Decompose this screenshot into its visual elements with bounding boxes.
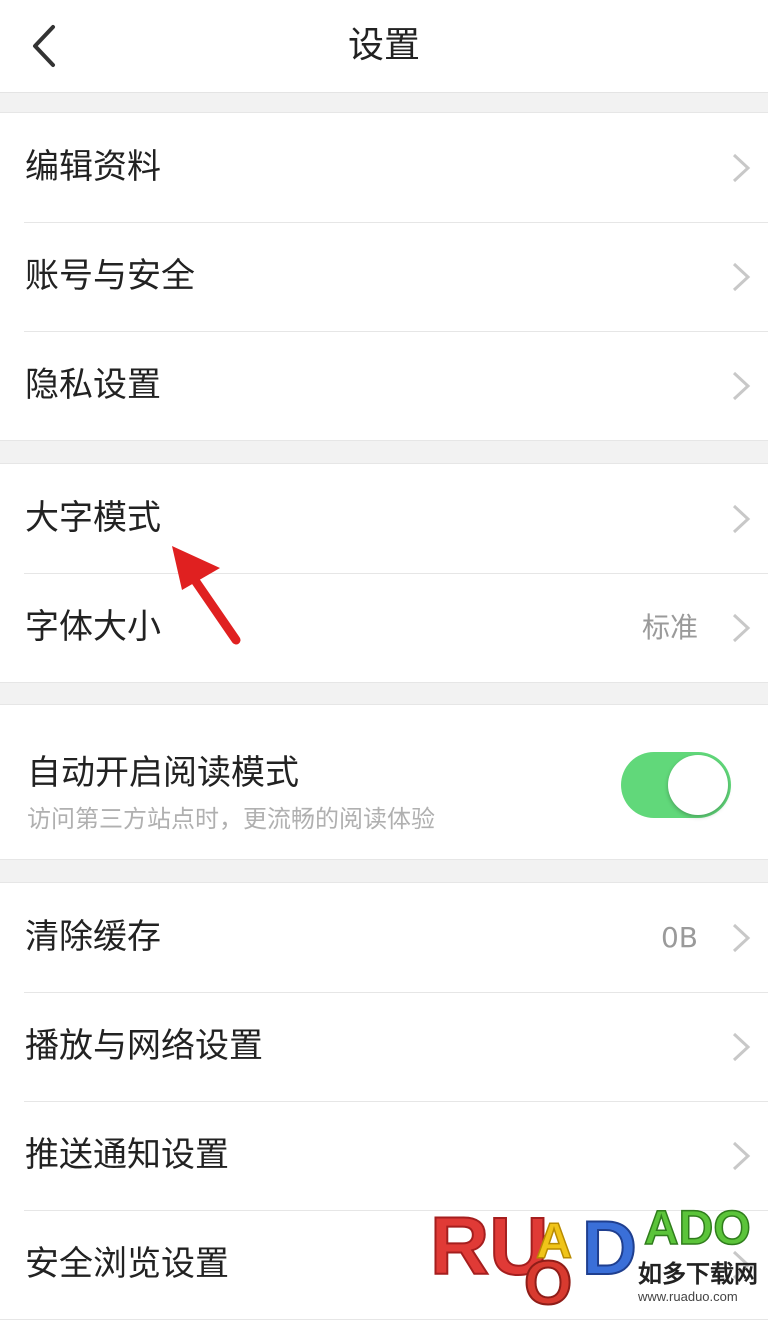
row-label: 清除缓存 xyxy=(25,917,161,957)
chevron-right-icon xyxy=(732,371,751,401)
account-security-row[interactable]: 账号与安全 xyxy=(0,222,768,331)
privacy-settings-row[interactable]: 隐私设置 xyxy=(0,331,768,440)
large-text-mode-row[interactable]: 大字模式 xyxy=(0,464,768,573)
auto-reading-mode-toggle[interactable] xyxy=(621,752,731,818)
row-label: 自动开启阅读模式 xyxy=(27,753,299,793)
chevron-right-icon xyxy=(732,153,751,183)
top-bar: 设置 xyxy=(0,0,768,93)
svg-text:ADO: ADO xyxy=(644,1202,751,1255)
chevron-right-icon xyxy=(732,923,751,953)
svg-text:www.ruaduo.com: www.ruaduo.com xyxy=(637,1289,738,1304)
row-label: 推送通知设置 xyxy=(25,1135,229,1175)
reading-group: 自动开启阅读模式 访问第三方站点时，更流畅的阅读体验 xyxy=(0,704,768,860)
row-label: 安全浏览设置 xyxy=(25,1244,229,1284)
edit-profile-row[interactable]: 编辑资料 xyxy=(0,113,768,222)
row-description: 访问第三方站点时，更流畅的阅读体验 xyxy=(27,805,435,833)
page-title: 设置 xyxy=(347,25,420,66)
cache-size-value: 0B xyxy=(660,921,698,954)
svg-text:如多下载网: 如多下载网 xyxy=(638,1261,758,1288)
chevron-right-icon xyxy=(732,504,751,534)
row-label: 账号与安全 xyxy=(25,256,195,296)
annotation-arrow-icon xyxy=(172,546,241,645)
font-size-row[interactable]: 字体大小 标准 xyxy=(0,573,768,682)
row-label: 大字模式 xyxy=(25,498,161,538)
svg-text:D: D xyxy=(582,1206,637,1291)
auto-reading-mode-row: 自动开启阅读模式 访问第三方站点时，更流畅的阅读体验 xyxy=(0,705,768,859)
profile-group: 编辑资料 账号与安全 隐私设置 xyxy=(0,112,768,441)
back-button[interactable] xyxy=(14,16,74,76)
watermark-logo: RU A O D ADO 如多下载网 www.ruaduo.com xyxy=(429,1200,758,1308)
row-label: 编辑资料 xyxy=(25,147,161,187)
chevron-right-icon xyxy=(732,1141,751,1171)
display-group: 大字模式 字体大小 标准 xyxy=(0,463,768,683)
chevron-right-icon xyxy=(732,613,751,643)
svg-text:O: O xyxy=(524,1249,572,1308)
row-label: 播放与网络设置 xyxy=(25,1026,263,1066)
clear-cache-row[interactable]: 清除缓存 0B xyxy=(0,883,768,992)
playback-network-row[interactable]: 播放与网络设置 xyxy=(0,992,768,1101)
row-label: 隐私设置 xyxy=(25,365,161,405)
font-size-value: 标准 xyxy=(641,611,698,644)
chevron-right-icon xyxy=(732,1032,751,1062)
chevron-left-icon xyxy=(33,25,55,67)
row-label: 字体大小 xyxy=(25,607,161,647)
chevron-right-icon xyxy=(732,262,751,292)
toggle-knob xyxy=(668,755,728,815)
